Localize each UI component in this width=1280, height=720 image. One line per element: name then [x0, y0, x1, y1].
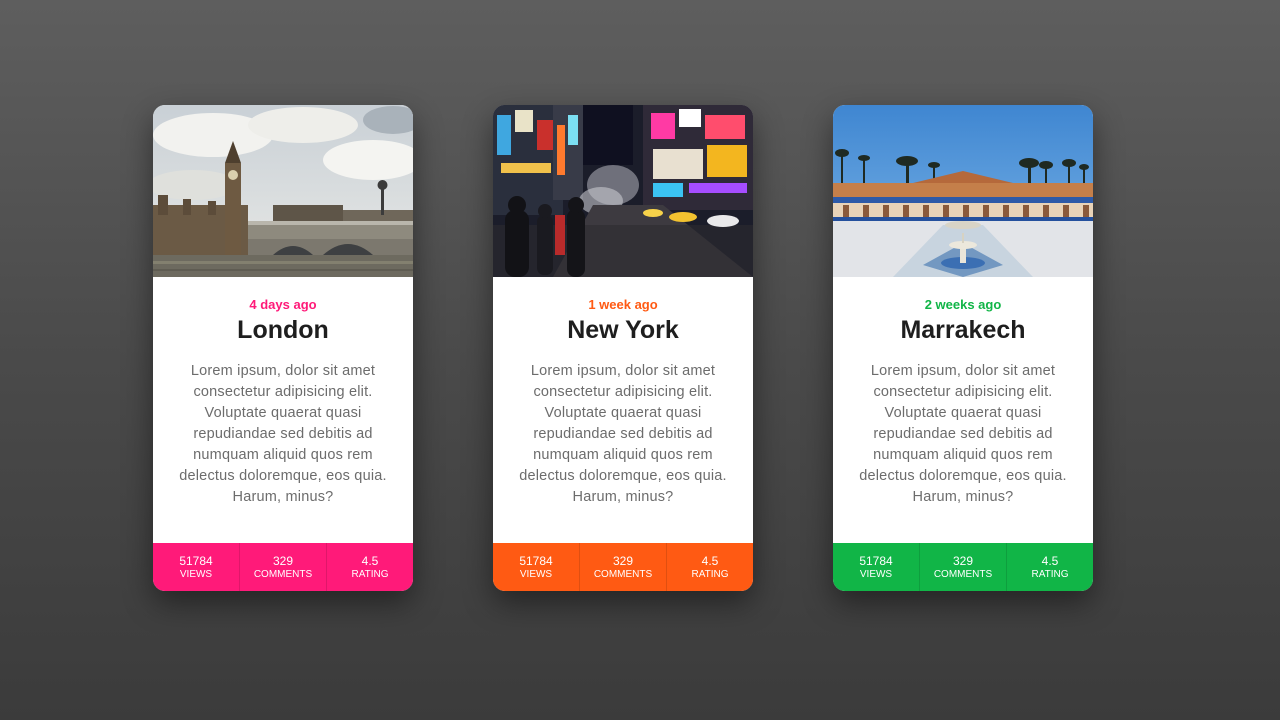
stat-views: 51784 VIEWS — [493, 543, 580, 591]
card-date: 2 weeks ago — [924, 297, 1002, 312]
card-body: 4 days ago London Lorem ipsum, dolor sit… — [153, 277, 413, 543]
stat-value: 329 — [272, 553, 294, 568]
card-date: 4 days ago — [249, 297, 317, 312]
card-marrakech[interactable]: 2 weeks ago Marrakech Lorem ipsum, dolor… — [833, 105, 1093, 591]
card-body: 1 week ago New York Lorem ipsum, dolor s… — [493, 277, 753, 543]
card-new-york[interactable]: 1 week ago New York Lorem ipsum, dolor s… — [493, 105, 753, 591]
stat-value: 4.5 — [361, 553, 379, 568]
card-title: London — [237, 316, 329, 344]
card-list: 4 days ago London Lorem ipsum, dolor sit… — [153, 105, 1093, 591]
card-description: Lorem ipsum, dolor sit amet consectetur … — [179, 363, 387, 505]
stat-label: RATING — [1031, 568, 1069, 580]
stat-value: 329 — [612, 553, 634, 568]
card-stats: 51784 VIEWS 329 COMMENTS 4.5 RATING — [833, 543, 1093, 591]
new-york-photo — [493, 105, 753, 277]
stat-value: 4.5 — [701, 553, 719, 568]
card-date: 1 week ago — [588, 297, 658, 312]
stat-views: 51784 VIEWS — [833, 543, 920, 591]
stat-value: 51784 — [519, 553, 553, 568]
stat-label: RATING — [351, 568, 389, 580]
stat-label: VIEWS — [179, 568, 213, 580]
stat-value: 51784 — [179, 553, 213, 568]
card-description: Lorem ipsum, dolor sit amet consectetur … — [519, 363, 727, 505]
marrakech-photo — [833, 105, 1093, 277]
card-body: 2 weeks ago Marrakech Lorem ipsum, dolor… — [833, 277, 1093, 543]
stat-label: VIEWS — [859, 568, 893, 580]
stat-label: VIEWS — [519, 568, 553, 580]
stat-label: COMMENTS — [253, 568, 313, 580]
stat-rating: 4.5 RATING — [667, 543, 753, 591]
stat-comments: 329 COMMENTS — [580, 543, 667, 591]
stat-rating: 4.5 RATING — [327, 543, 413, 591]
stat-rating: 4.5 RATING — [1007, 543, 1093, 591]
stat-label: COMMENTS — [933, 568, 993, 580]
london-photo — [153, 105, 413, 277]
stat-value: 329 — [952, 553, 974, 568]
card-title: New York — [567, 316, 679, 344]
card-title: Marrakech — [900, 316, 1026, 344]
stat-views: 51784 VIEWS — [153, 543, 240, 591]
stat-label: RATING — [691, 568, 729, 580]
stat-comments: 329 COMMENTS — [920, 543, 1007, 591]
stat-value: 4.5 — [1041, 553, 1059, 568]
stat-label: COMMENTS — [593, 568, 653, 580]
card-stats: 51784 VIEWS 329 COMMENTS 4.5 RATING — [153, 543, 413, 591]
card-description: Lorem ipsum, dolor sit amet consectetur … — [859, 363, 1067, 505]
stat-comments: 329 COMMENTS — [240, 543, 327, 591]
card-london[interactable]: 4 days ago London Lorem ipsum, dolor sit… — [153, 105, 413, 591]
card-stats: 51784 VIEWS 329 COMMENTS 4.5 RATING — [493, 543, 753, 591]
stat-value: 51784 — [859, 553, 893, 568]
